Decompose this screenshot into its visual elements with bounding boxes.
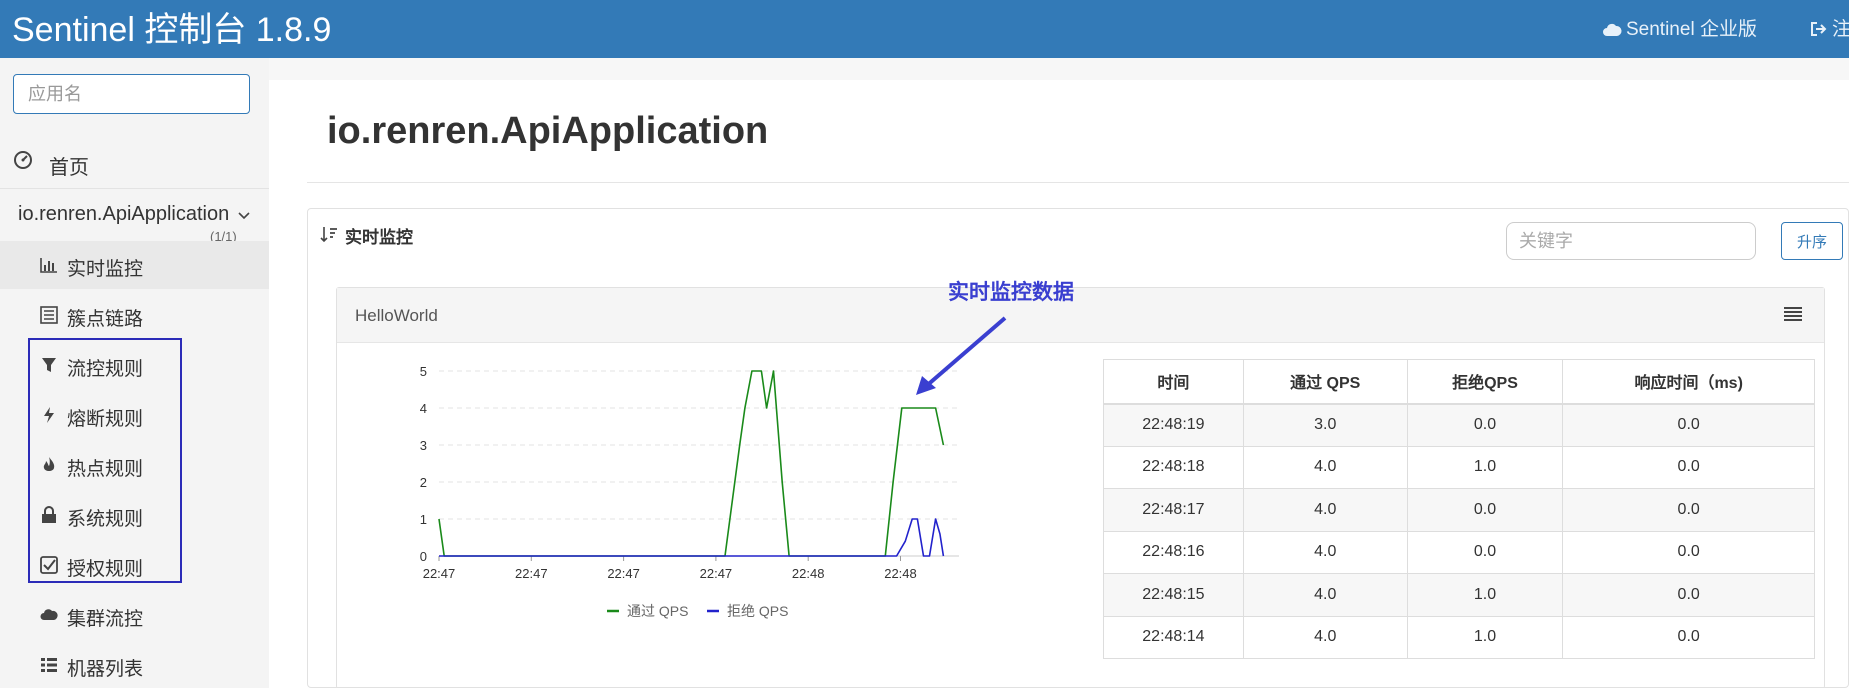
- sidebar-item-cluster-link[interactable]: 簇点链路: [0, 291, 269, 339]
- table-header-cell: 响应时间（ms): [1562, 359, 1815, 405]
- keyword-input[interactable]: [1506, 222, 1756, 260]
- table-row: 22:48:14 4.0 1.0 0.0: [1103, 615, 1815, 659]
- list-alt-icon: [40, 306, 58, 324]
- metrics-table: 时间 通过 QPS 拒绝QPS 响应时间（ms) 22:48:19 3.0 0.…: [1103, 359, 1815, 659]
- sidebar-item-machine-list[interactable]: 机器列表: [0, 641, 269, 688]
- menu-icon[interactable]: [1783, 306, 1803, 327]
- bar-chart-icon: [40, 256, 58, 274]
- sidebar-item-home[interactable]: 首页: [0, 134, 269, 189]
- table-row: 22:48:18 4.0 1.0 0.0: [1103, 445, 1815, 489]
- sidebar: 搜索 首页 io.renren.ApiApplication (1/1) 实时监…: [0, 58, 269, 688]
- sidebar-item-cluster-flow[interactable]: 集群流控: [0, 591, 269, 639]
- y-tick-label: 0: [420, 549, 427, 564]
- y-tick-label: 5: [420, 364, 427, 379]
- brand-title[interactable]: Sentinel 控制台 1.8.9: [12, 2, 331, 51]
- table-cell: 0.0: [1562, 573, 1815, 617]
- table-cell: 4.0: [1242, 615, 1408, 659]
- table-cell: 0.0: [1562, 615, 1815, 659]
- table-cell: 0.0: [1406, 530, 1564, 574]
- resource-card-header: HelloWorld: [337, 288, 1824, 343]
- realtime-monitor-panel: 实时监控 升序 HelloWorld 0 1 2 3 4 5 22:47 22:47 22:47…: [307, 208, 1849, 688]
- table-cell: 0.0: [1562, 530, 1815, 574]
- resource-card: HelloWorld 0 1 2 3 4 5 22:47 22:47 22:47 22:47 22:…: [336, 287, 1825, 688]
- main-content: io.renren.ApiApplication 实时监控 升序 HelloWo…: [269, 80, 1849, 688]
- dashboard-icon: [13, 150, 33, 175]
- table-cell: 0.0: [1406, 403, 1564, 447]
- table-cell: 1.0: [1406, 615, 1564, 659]
- logout-link[interactable]: 注: [1810, 14, 1849, 41]
- table-cell: 0.0: [1562, 445, 1815, 489]
- table-cell: 4.0: [1242, 445, 1408, 489]
- table-cell: 3.0: [1242, 403, 1408, 447]
- y-tick-label: 1: [420, 512, 427, 527]
- sort-icon: [320, 225, 338, 248]
- table-cell: 1.0: [1406, 445, 1564, 489]
- sidebar-item-label: 实时监控: [67, 259, 144, 280]
- annotation-label: 实时监控数据: [948, 281, 1074, 304]
- table-row: 22:48:15 4.0 1.0 0.0: [1103, 573, 1815, 617]
- chevron-down-icon: [238, 207, 250, 225]
- logout-label: 注: [1832, 19, 1849, 40]
- table-row: 22:48:17 4.0 0.0 0.0: [1103, 488, 1815, 532]
- top-navbar: Sentinel 控制台 1.8.9 Sentinel 企业版 注: [0, 0, 1849, 58]
- metrics-table-wrap: 时间 通过 QPS 拒绝QPS 响应时间（ms) 22:48:19 3.0 0.…: [1103, 359, 1815, 659]
- x-tick-label: 22:47: [607, 566, 640, 581]
- app-search-group: 搜索: [13, 74, 250, 114]
- x-tick-label: 22:48: [884, 566, 917, 581]
- sidebar-item-realtime-monitor[interactable]: 实时监控: [0, 241, 269, 289]
- table-cell: 4.0: [1242, 488, 1408, 532]
- table-cell: 22:48:17: [1103, 488, 1244, 532]
- enterprise-link[interactable]: Sentinel 企业版: [1602, 14, 1757, 41]
- page-title: io.renren.ApiApplication: [327, 110, 769, 152]
- table-header-row: 时间 通过 QPS 拒绝QPS 响应时间（ms): [1103, 359, 1815, 405]
- table-row: 22:48:16 4.0 0.0 0.0: [1103, 530, 1815, 574]
- y-tick-label: 2: [420, 475, 427, 490]
- divider: [307, 182, 1849, 183]
- table-cell: 0.0: [1562, 403, 1815, 447]
- y-tick-label: 4: [420, 401, 427, 416]
- sidebar-app-name: io.renren.ApiApplication: [18, 203, 230, 225]
- table-cell: 4.0: [1242, 530, 1408, 574]
- legend-label: 拒绝 QPS: [727, 603, 788, 619]
- table-cell: 0.0: [1406, 488, 1564, 532]
- qps-line-chart: 0 1 2 3 4 5 22:47 22:47 22:47 22:47 22:48 22:48 通过 Q…: [420, 364, 959, 619]
- enterprise-label: Sentinel 企业版: [1626, 19, 1757, 40]
- table-cell: 22:48:19: [1103, 403, 1244, 447]
- annotation-arrow-icon: [916, 316, 1007, 395]
- annotation-highlight-box: [28, 338, 182, 583]
- y-tick-label: 3: [420, 438, 427, 453]
- table-cell: 22:48:15: [1103, 573, 1244, 617]
- table-header-cell: 通过 QPS: [1242, 359, 1408, 405]
- sidebar-item-label: 集群流控: [67, 609, 144, 630]
- th-list-icon: [40, 656, 58, 674]
- table-row: 22:48:19 3.0 0.0 0.0: [1103, 403, 1815, 447]
- table-cell: 4.0: [1242, 573, 1408, 617]
- table-cell: 0.0: [1562, 488, 1815, 532]
- series-line-pass-qps: [438, 370, 945, 557]
- sidebar-app-toggle[interactable]: io.renren.ApiApplication (1/1): [0, 189, 269, 244]
- sidebar-item-label: 簇点链路: [67, 309, 144, 330]
- sidebar-item-label: 机器列表: [67, 659, 144, 680]
- cloud-icon: [1602, 19, 1626, 40]
- panel-title: 实时监控: [345, 228, 413, 247]
- sidebar-home-label: 首页: [49, 157, 89, 179]
- app-search-input[interactable]: [14, 75, 249, 113]
- table-cell: 22:48:18: [1103, 445, 1244, 489]
- table-header-cell: 拒绝QPS: [1406, 359, 1564, 405]
- resource-name: HelloWorld: [355, 306, 438, 325]
- x-tick-label: 22:47: [423, 566, 456, 581]
- cloud-icon: [40, 606, 58, 624]
- logout-icon: [1810, 19, 1832, 40]
- x-tick-label: 22:47: [700, 566, 733, 581]
- table-header-cell: 时间: [1103, 359, 1244, 405]
- table-cell: 22:48:16: [1103, 530, 1244, 574]
- table-cell: 22:48:14: [1103, 615, 1244, 659]
- legend-label: 通过 QPS: [627, 603, 688, 619]
- sort-asc-button[interactable]: 升序: [1781, 222, 1843, 260]
- series-line-block-qps: [439, 518, 945, 557]
- x-tick-label: 22:48: [792, 566, 825, 581]
- x-tick-label: 22:47: [515, 566, 548, 581]
- table-cell: 1.0: [1406, 573, 1564, 617]
